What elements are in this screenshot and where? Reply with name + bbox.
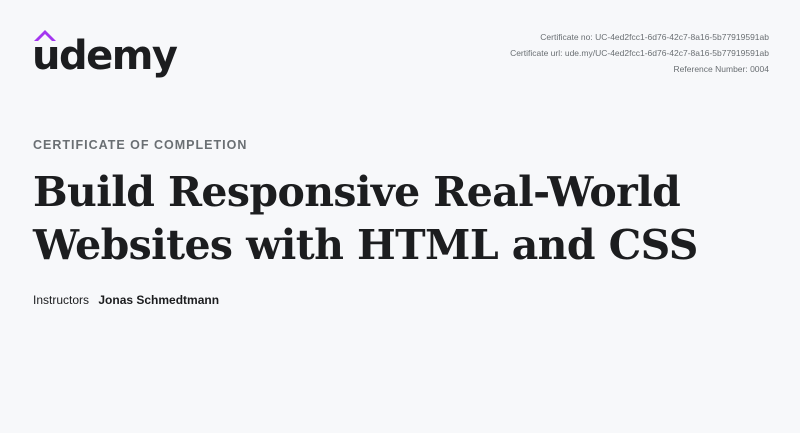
certificate-of-completion-label: CERTIFICATE OF COMPLETION [33, 138, 248, 152]
logo-wordmark: udemy [32, 33, 178, 79]
instructors-label: Instructors [33, 293, 90, 307]
certificate-number: Certificate no: UC-4ed2fcc1-6d76-42c7-8a… [540, 32, 769, 42]
certificate-meta: Certificate no: UC-4ed2fcc1-6d76-42c7-8a… [510, 29, 769, 77]
udemy-logo: udemy [32, 30, 178, 82]
certificate-url: Certificate url: ude.my/UC-4ed2fcc1-6d76… [510, 48, 769, 58]
reference-number: Reference Number: 0004 [673, 64, 769, 74]
instructors-line: Instructors Jonas Schmedtmann [33, 293, 219, 307]
course-title: Build Responsive Real-World Websites wit… [33, 168, 698, 269]
instructor-name: Jonas Schmedtmann [98, 293, 220, 307]
